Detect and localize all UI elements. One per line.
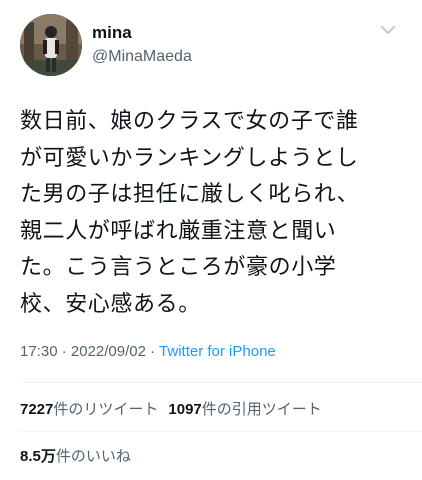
user-names: mina @MinaMaeda: [92, 22, 192, 68]
tweet-date[interactable]: 2022/09/02: [71, 343, 146, 360]
display-name[interactable]: mina: [92, 22, 192, 44]
meta-separator: ·: [61, 343, 67, 360]
retweets-stat[interactable]: 7227件のリツイート: [20, 400, 158, 418]
more-button[interactable]: [376, 18, 400, 42]
tweet-meta: 17:30 · 2022/09/02 · Twitter for iPhone: [20, 343, 276, 360]
retweet-stats-row: 7227件のリツイート 1097件の引用ツイート: [20, 398, 322, 419]
likes-stats-row: 8.5万件のいいね: [20, 445, 131, 466]
divider: [20, 431, 422, 432]
retweets-label: 件のリツイート: [53, 400, 159, 418]
likes-stat[interactable]: 8.5万件のいいね: [20, 447, 131, 465]
profile-photo-icon: [20, 14, 82, 76]
meta-separator: ·: [150, 343, 156, 360]
chevron-down-icon: [381, 26, 395, 34]
tweet-time[interactable]: 17:30: [20, 343, 58, 360]
tweet-source-link[interactable]: Twitter for iPhone: [159, 343, 276, 360]
divider: [20, 382, 422, 383]
quotes-label: 件の引用ツイート: [201, 400, 322, 418]
quotes-stat[interactable]: 1097件の引用ツイート: [168, 400, 321, 418]
avatar[interactable]: [20, 14, 82, 76]
retweets-count: 7227: [20, 401, 54, 418]
likes-count: 8.5: [20, 448, 41, 465]
user-handle[interactable]: @MinaMaeda: [92, 46, 192, 68]
likes-unit: 万: [40, 448, 56, 465]
likes-label: 件のいいね: [55, 447, 131, 465]
quotes-count: 1097: [168, 401, 202, 418]
tweet-text: 数日前、娘のクラスで女の子で誰 が可愛いかランキングしようとし た男の子は担任に…: [20, 109, 360, 317]
tweet-header: mina @MinaMaeda: [20, 14, 402, 76]
